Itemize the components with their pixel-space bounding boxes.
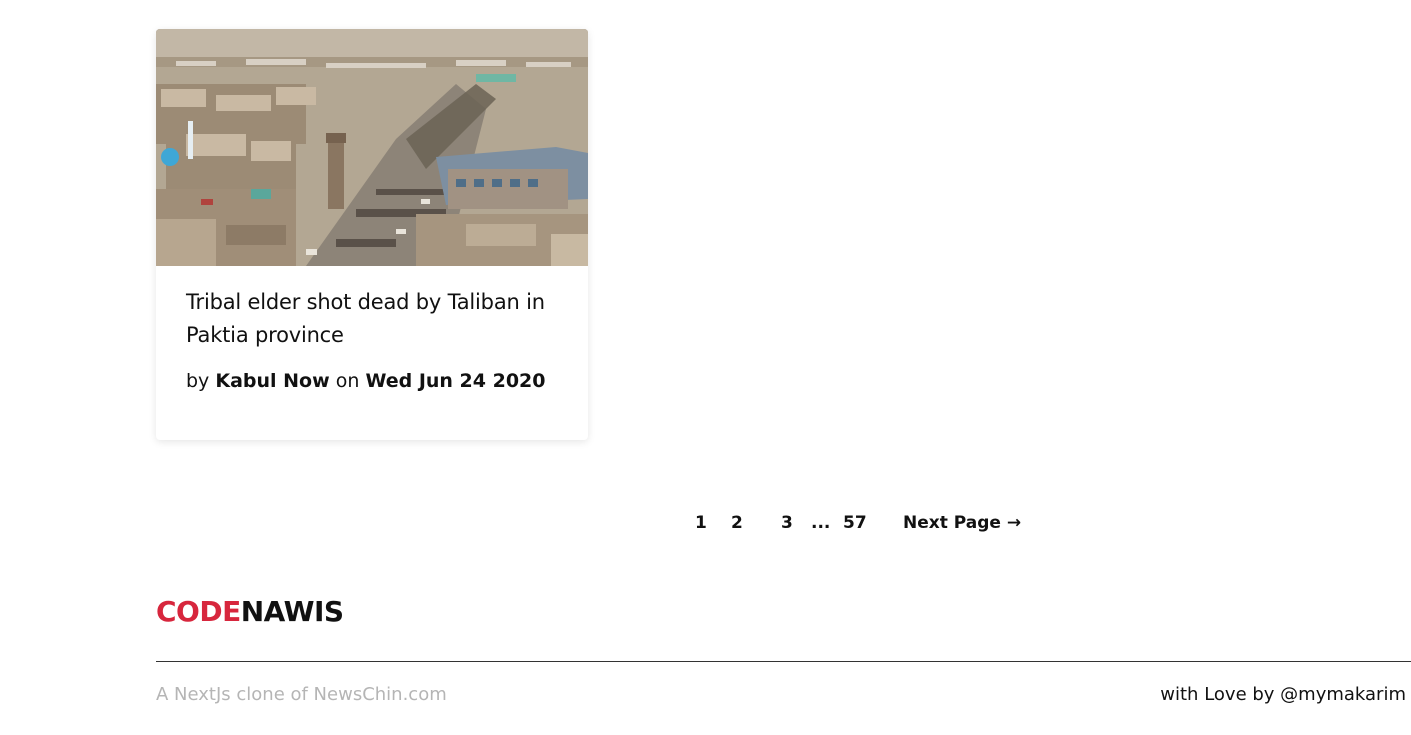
- page-1-link[interactable]: 1: [695, 511, 707, 535]
- article-date: Wed Jun 24 2020: [365, 370, 546, 392]
- pagination-ellipsis: ...: [811, 513, 831, 533]
- article-meta: by Kabul Now on Wed Jun 24 2020: [186, 370, 558, 392]
- article-card[interactable]: Tribal elder shot dead by Taliban in Pak…: [156, 29, 588, 440]
- by-prefix: by: [186, 370, 210, 392]
- page-3-link[interactable]: 3: [781, 511, 793, 535]
- article-image[interactable]: [156, 29, 588, 266]
- footer-credit[interactable]: with Love by @mymakarim: [1160, 684, 1406, 705]
- next-page-link[interactable]: Next Page →: [903, 511, 1021, 535]
- footer-tagline: A NextJs clone of NewsChin.com: [156, 684, 447, 705]
- page-2-link[interactable]: 2: [731, 511, 743, 535]
- on-text: on: [335, 370, 360, 392]
- page: Tribal elder shot dead by Taliban in Pak…: [0, 0, 1411, 735]
- article-body: Tribal elder shot dead by Taliban in Pak…: [156, 266, 588, 392]
- brand-nawis: NAWIS: [240, 595, 344, 628]
- brand-logo[interactable]: CODENAWIS: [156, 594, 344, 630]
- footer-divider: [156, 661, 1411, 662]
- article-author: Kabul Now: [215, 370, 330, 392]
- article-title[interactable]: Tribal elder shot dead by Taliban in Pak…: [186, 286, 558, 352]
- pagination: 1 2 3 ... 57 Next Page →: [0, 511, 1411, 535]
- page-57-link[interactable]: 57: [843, 511, 867, 535]
- brand-code: CODE: [156, 595, 241, 628]
